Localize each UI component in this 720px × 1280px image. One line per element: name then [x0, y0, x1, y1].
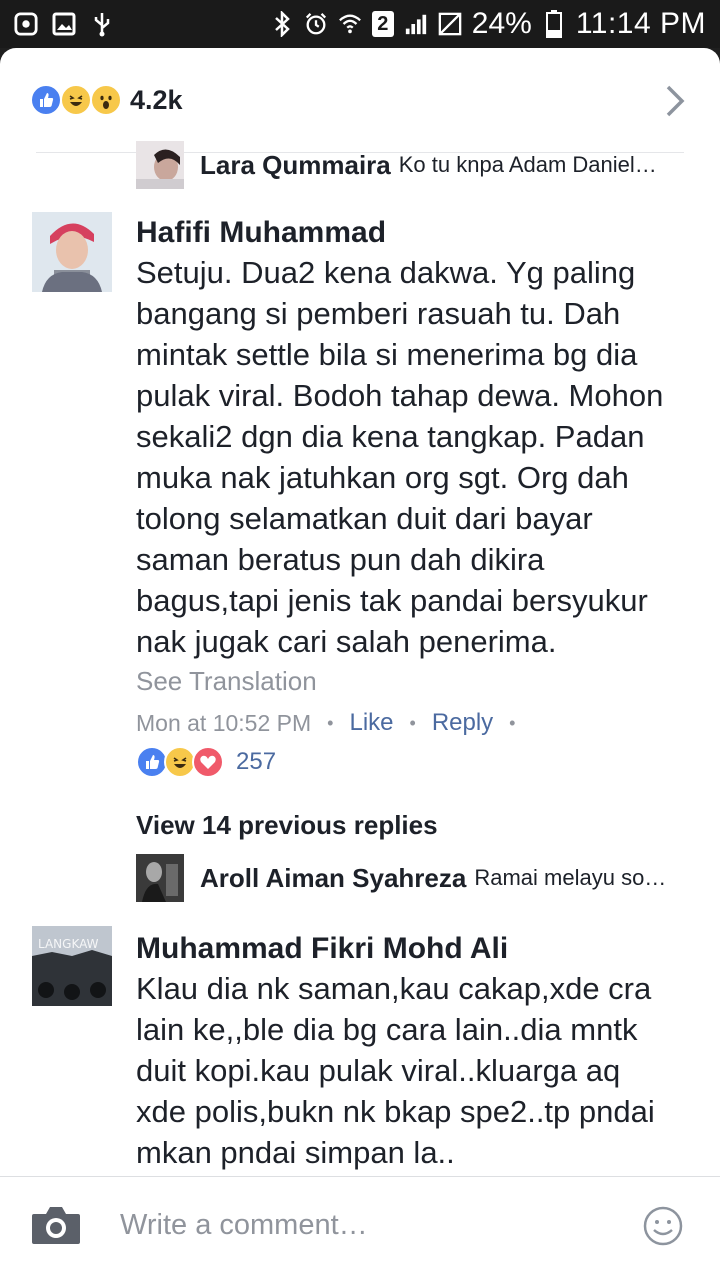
haha-reaction-icon — [60, 84, 92, 116]
camera-icon[interactable] — [30, 1204, 82, 1251]
comment-line: xde polis,bukn nk bkap spe2..tp pndai — [136, 1094, 655, 1129]
comment-line: pulak viral. Bodoh tahap dewa. Mohon — [136, 378, 664, 413]
no-sim-icon — [438, 12, 462, 36]
reply-author[interactable]: Lara Qummaira — [200, 150, 391, 181]
like-reaction-icon — [30, 84, 62, 116]
usb-icon — [90, 12, 114, 37]
avatar[interactable] — [136, 141, 184, 189]
gallery-icon — [52, 12, 76, 36]
comment-composer — [0, 1176, 720, 1280]
battery-icon — [542, 10, 566, 38]
alarm-icon — [304, 12, 328, 36]
comment-line: tolong selamatkan duit dari bayar — [136, 501, 593, 536]
bluetooth-icon — [270, 11, 294, 37]
comment-line: sekali2 dgn dia kena tangkap. Padan — [136, 419, 645, 454]
comment-text: Setuju. Dua2 kena dakwa. Yg paling banga… — [136, 252, 692, 662]
chevron-right-icon[interactable] — [664, 84, 686, 123]
view-previous-replies-link[interactable]: View 14 previous replies — [136, 810, 438, 841]
like-button[interactable]: Like — [349, 709, 393, 737]
comment-author[interactable]: Hafifi Muhammad — [136, 216, 386, 250]
comment-line: lain ke,,ble dia bg cara lain..dia mntk — [136, 1012, 638, 1047]
comment-line: Setuju. Dua2 kena dakwa. Yg paling — [136, 255, 636, 290]
reply-snippet: Ko tu knpa Adam Daniel… — [398, 152, 657, 177]
wifi-icon — [338, 12, 362, 36]
reply-author[interactable]: Aroll Aiman Syahreza — [200, 863, 466, 894]
comment-line: mkan pndai simpan la.. — [136, 1135, 455, 1170]
reply-preview[interactable]: Aroll Aiman Syahreza Ramai melayu so… — [136, 854, 696, 902]
screenshot-icon — [14, 12, 38, 36]
sim-badge: 2 — [371, 11, 394, 37]
comment-timestamp: Mon at 10:52 PM — [136, 709, 312, 736]
comment-line: duit kopi.kau pulak viral..kluarga aq — [136, 1053, 621, 1088]
separator-dot: • — [509, 712, 516, 733]
comment-line: muka nak jatuhkan org sgt. Org dah — [136, 460, 629, 495]
battery-percent: 24% — [471, 7, 532, 40]
comment-author[interactable]: Muhammad Fikri Mohd Ali — [136, 932, 508, 966]
avatar[interactable] — [136, 854, 184, 902]
love-reaction-icon — [192, 746, 224, 778]
clock: 11:14 PM — [575, 7, 706, 40]
see-translation-link[interactable]: See Translation — [136, 666, 317, 697]
reply-snippet: Ramai melayu so… — [474, 865, 667, 890]
emoji-icon[interactable] — [642, 1205, 684, 1252]
status-bar: 2 24% 11:14 PM — [0, 0, 720, 48]
comment-line: saman beratus pun dah dikira — [136, 542, 545, 577]
reply-preview[interactable]: Lara Qummaira Ko tu knpa Adam Daniel… — [136, 141, 696, 189]
separator-dot: • — [409, 712, 416, 733]
wow-reaction-icon — [90, 84, 122, 116]
reactions-header[interactable]: 4.2k — [0, 48, 720, 152]
reaction-count: 257 — [236, 748, 277, 775]
reply-button[interactable]: Reply — [432, 709, 493, 737]
comments-sheet: 4.2k Lara Qummaira Ko tu knpa Adam Danie… — [0, 48, 720, 1280]
reaction-count: 4.2k — [130, 84, 183, 115]
comment-input[interactable] — [120, 1203, 600, 1247]
separator-dot: • — [327, 712, 334, 733]
avatar[interactable] — [32, 212, 112, 292]
comment-meta: Mon at 10:52 PM • Like • Reply • — [136, 708, 531, 738]
comment-line: Klau dia nk saman,kau cakap,xde cra — [136, 971, 652, 1006]
comment-line: bagus,tapi jenis tak pandai bersyukur — [136, 583, 648, 618]
comment-line: mintak settle bila si menerima bg dia — [136, 337, 638, 372]
comment-line: nak jugak cari salah penerima. — [136, 624, 557, 659]
signal-icon — [404, 12, 428, 36]
comment-reactions[interactable]: 257 — [136, 744, 276, 780]
avatar-text: LANGKAW — [38, 937, 99, 951]
avatar[interactable]: LANGKAW — [32, 926, 112, 1006]
comment-text: Klau dia nk saman,kau cakap,xde cra lain… — [136, 968, 692, 1173]
comment-line: bangang si pemberi rasuah tu. Dah — [136, 296, 621, 331]
